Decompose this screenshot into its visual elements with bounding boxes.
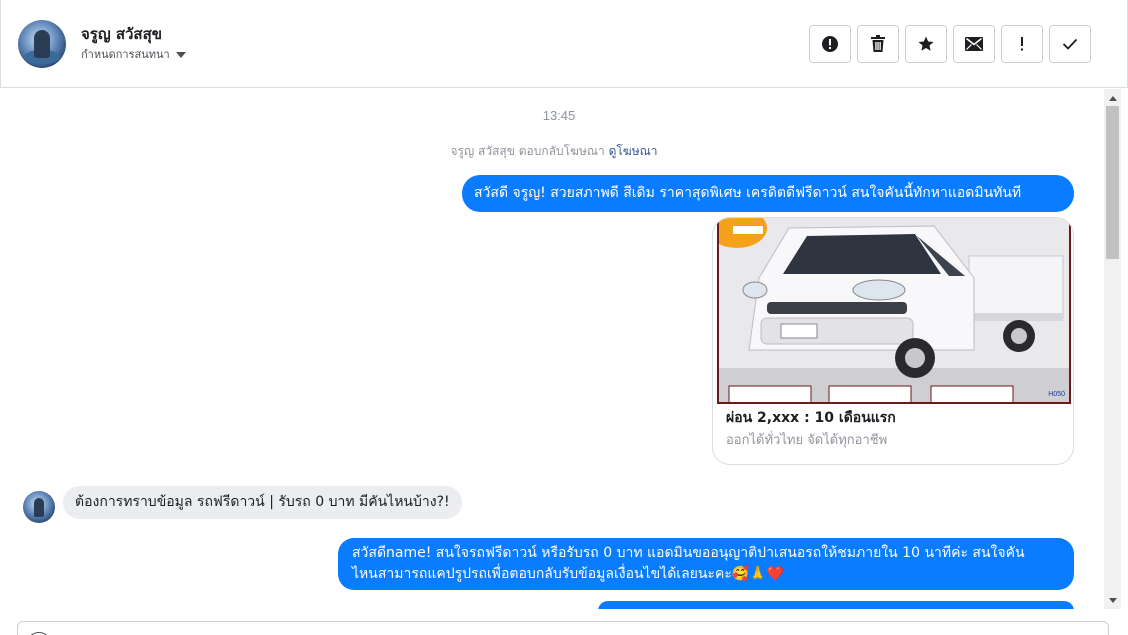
mark-done-button[interactable] xyxy=(1049,25,1091,63)
message-text: สวัสดี จรูญ! สวยสภาพดี สีเดิม ราคาสุดพิเ… xyxy=(474,185,1022,201)
report-button[interactable] xyxy=(809,25,851,63)
message-text-line: ไหนสามารถแคปรูปรถเพื่อตอบกลับรับข้อมูลเง… xyxy=(352,566,785,582)
conversation-schedule-dropdown[interactable]: กำหนดการสนทนา xyxy=(81,45,186,63)
conversation-header: จรูญ สวัสสุข กำหนดการสนทนา xyxy=(0,0,1128,88)
header-actions xyxy=(809,25,1091,63)
outgoing-message[interactable]: สวัสดีname! สนใจรถฟรีดาวน์ หรือรับรถ 0 บ… xyxy=(338,538,1074,590)
contact-avatar[interactable] xyxy=(18,20,66,68)
incoming-message[interactable]: ต้องการทราบข้อมูล รถฟรีดาวน์ | รับรถ 0 บ… xyxy=(63,486,462,519)
ad-reply-note: จรูญ สวัสสุข ตอบกลับโฆษณา ดูโฆษณา xyxy=(4,142,1104,161)
contact-avatar-small xyxy=(23,491,55,523)
caret-down-icon xyxy=(175,51,186,58)
mark-unread-button[interactable] xyxy=(953,25,995,63)
scrollbar[interactable] xyxy=(1104,89,1121,609)
truck-image xyxy=(719,218,1069,402)
envelope-icon xyxy=(965,37,983,51)
star-button[interactable] xyxy=(905,25,947,63)
mark-spam-button[interactable] xyxy=(1001,25,1043,63)
view-ad-link[interactable]: ดูโฆษณา xyxy=(609,144,658,158)
trash-icon xyxy=(871,35,885,52)
message-text: ต้องการทราบข้อมูล รถฟรีดาวน์ | รับรถ 0 บ… xyxy=(75,494,450,510)
conversation-schedule-label: กำหนดการสนทนา xyxy=(81,48,170,61)
ad-card-title: ผ่อน 2,xxx : 10 เดือนแรก xyxy=(726,410,896,426)
image-watermark: H050 xyxy=(1048,391,1065,398)
contact-name[interactable]: จรูญ สวัสสุข xyxy=(81,22,162,46)
message-thread[interactable]: 13:45 จรูญ สวัสสุข ตอบกลับโฆษณา ดูโฆษณา … xyxy=(4,89,1104,609)
message-timestamp: 13:45 xyxy=(542,108,576,123)
scroll-down-arrow-icon[interactable] xyxy=(1104,593,1121,607)
scroll-thumb[interactable] xyxy=(1106,106,1119,259)
message-text-line: สวัสดีname! สนใจรถฟรีดาวน์ หรือรับรถ 0 บ… xyxy=(352,545,1025,561)
scroll-up-arrow-icon[interactable] xyxy=(1104,91,1121,105)
ad-card[interactable]: H050 ผ่อน 2,xxx : 10 เดือนแรก ออกได้ทั่ว… xyxy=(712,217,1074,465)
ad-image: H050 xyxy=(717,218,1071,404)
outgoing-message[interactable]: สวัสดี จรูญ! สวยสภาพดี สีเดิม ราคาสุดพิเ… xyxy=(462,175,1074,212)
delete-button[interactable] xyxy=(857,25,899,63)
check-icon xyxy=(1062,38,1078,50)
star-icon xyxy=(918,36,934,51)
alert-circle-icon xyxy=(822,36,838,52)
outgoing-message[interactable] xyxy=(598,601,1074,609)
exclamation-icon xyxy=(1021,37,1023,51)
ad-card-subtitle: ออกได้ทั่วไทย จัดได้ทุกอาชีพ xyxy=(726,433,888,448)
ad-reply-text: จรูญ สวัสสุข ตอบกลับโฆษณา xyxy=(450,144,605,158)
message-composer[interactable] xyxy=(17,621,1109,635)
